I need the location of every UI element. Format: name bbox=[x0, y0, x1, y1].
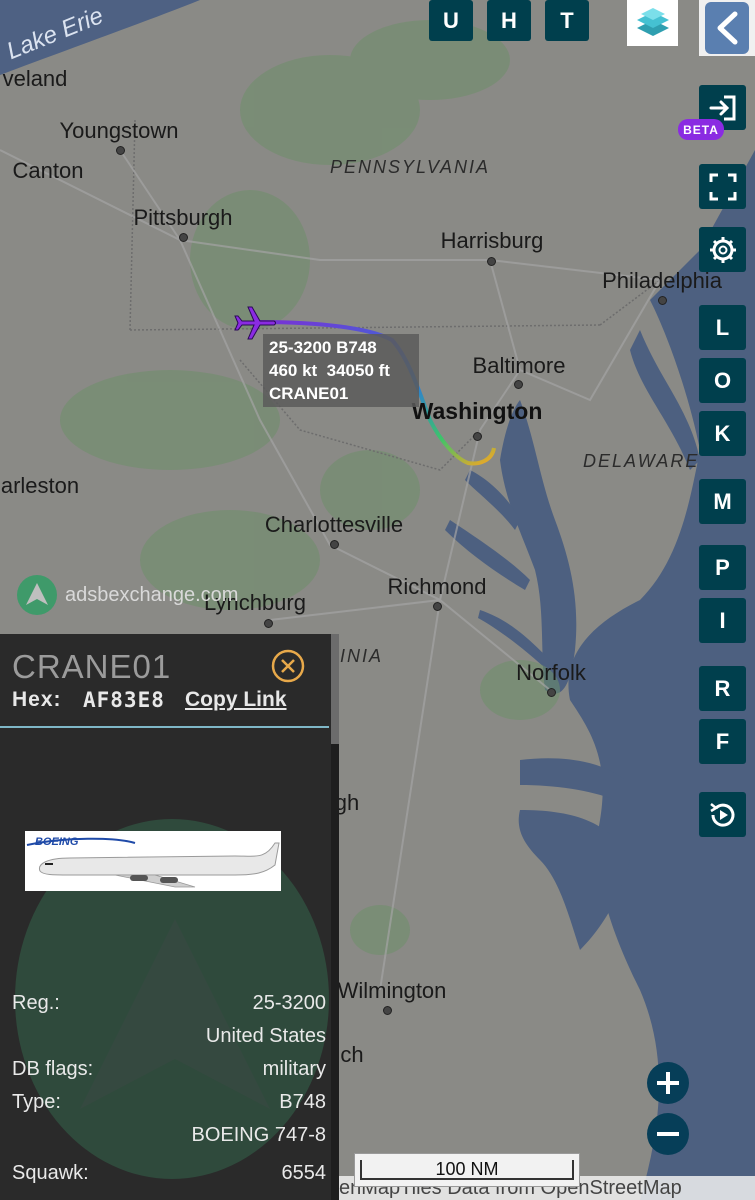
toggle-f-button[interactable]: F bbox=[699, 719, 746, 764]
city-partial: ch bbox=[340, 1042, 364, 1067]
toggle-p-button[interactable]: P bbox=[699, 545, 746, 590]
aircraft-photo: BOEING bbox=[25, 831, 281, 891]
gear-icon bbox=[709, 236, 736, 263]
hex-label: Hex: bbox=[12, 688, 62, 711]
toggle-k-button[interactable]: K bbox=[699, 411, 746, 456]
city-cleveland: veland bbox=[2, 66, 68, 91]
city-baltimore: Baltimore bbox=[472, 353, 566, 378]
fullscreen-button[interactable] bbox=[699, 164, 746, 209]
close-icon bbox=[271, 649, 305, 683]
city-dot bbox=[514, 380, 523, 389]
city-dot bbox=[116, 146, 125, 155]
city-dot bbox=[487, 257, 496, 266]
toggle-h-button[interactable]: H bbox=[487, 0, 531, 41]
layers-button[interactable] bbox=[627, 0, 678, 46]
reg-label: Reg.: bbox=[12, 992, 60, 1014]
state-label-delaware: DELAWARE bbox=[583, 451, 700, 471]
layers-icon bbox=[636, 8, 669, 36]
aircraft-label-line2: 460 kt 34050 ft bbox=[269, 361, 390, 380]
aircraft-label[interactable]: 25-3200 B748 460 kt 34050 ft CRANE01 bbox=[263, 334, 419, 407]
type-label: Type: bbox=[12, 1091, 61, 1113]
aircraft-label-line1: 25-3200 B748 bbox=[269, 338, 377, 357]
adsbexchange-logo-icon bbox=[17, 575, 57, 615]
settings-button[interactable] bbox=[699, 227, 746, 272]
city-dot bbox=[330, 540, 339, 549]
panel-divider bbox=[0, 726, 329, 728]
city-wilmington: Wilmington bbox=[337, 978, 447, 1003]
close-panel-button[interactable] bbox=[271, 649, 305, 683]
country-value: United States bbox=[205, 1025, 326, 1047]
toggle-l-button[interactable]: L bbox=[699, 305, 746, 350]
scale-label: 100 NM bbox=[435, 1159, 499, 1179]
chevron-left-icon bbox=[705, 2, 749, 54]
db-flags-label: DB flags: bbox=[12, 1058, 94, 1080]
squawk-label: Squawk: bbox=[12, 1162, 89, 1184]
db-flags-value: military bbox=[262, 1058, 326, 1080]
city-dot bbox=[264, 619, 273, 628]
watermark-text: adsbexchange.com bbox=[65, 583, 239, 606]
zoom-in-button[interactable] bbox=[647, 1062, 689, 1104]
city-harrisburg: Harrisburg bbox=[440, 228, 544, 253]
copy-link[interactable]: Copy Link bbox=[185, 688, 287, 712]
city-norfolk: Norfolk bbox=[516, 660, 586, 685]
city-youngstown: Youngstown bbox=[59, 118, 179, 143]
city-dot bbox=[547, 688, 556, 697]
aircraft-label-line3: CRANE01 bbox=[269, 384, 349, 403]
type-full-value: BOEING 747-8 bbox=[191, 1124, 326, 1146]
city-washington: Washington bbox=[411, 398, 543, 424]
city-dot bbox=[179, 233, 188, 242]
city-dot bbox=[433, 602, 442, 611]
squawk-value: 6554 bbox=[281, 1162, 327, 1184]
watermark: adsbexchange.com bbox=[17, 575, 238, 615]
replay-icon bbox=[709, 802, 734, 827]
panel-scrollbar[interactable] bbox=[331, 634, 339, 1200]
aircraft-info-panel: CRANE01 Hex: AF83E8 Copy Link BOEING Reg… bbox=[0, 634, 339, 1200]
zoom-out-button[interactable] bbox=[647, 1113, 689, 1155]
toggle-t-button[interactable]: T bbox=[545, 0, 589, 41]
state-label-pennsylvania: PENNSYLVANIA bbox=[330, 157, 491, 177]
minus-icon bbox=[657, 1132, 679, 1136]
toggle-m-button[interactable]: M bbox=[699, 479, 746, 524]
back-button[interactable] bbox=[699, 0, 755, 56]
city-dot bbox=[658, 296, 667, 305]
city-charlottesville: Charlottesville bbox=[264, 512, 404, 537]
replay-button[interactable] bbox=[699, 792, 746, 837]
fullscreen-icon bbox=[709, 173, 736, 200]
login-icon bbox=[709, 95, 735, 120]
toggle-o-button[interactable]: O bbox=[699, 358, 746, 403]
city-pittsburgh: Pittsburgh bbox=[133, 205, 233, 230]
city-charleston: arleston bbox=[0, 473, 80, 498]
city-dot bbox=[383, 1006, 392, 1015]
toggle-r-button[interactable]: R bbox=[699, 666, 746, 711]
beta-badge: BETA bbox=[678, 119, 724, 140]
city-richmond: Richmond bbox=[387, 574, 487, 599]
scale-bar: 100 NM bbox=[354, 1153, 580, 1187]
panel-callsign: CRANE01 bbox=[12, 648, 172, 685]
toggle-i-button[interactable]: I bbox=[699, 598, 746, 643]
city-canton: Canton bbox=[12, 158, 84, 183]
reg-value: 25-3200 bbox=[252, 992, 326, 1014]
plus-icon bbox=[657, 1072, 679, 1094]
toggle-u-button[interactable]: U bbox=[429, 0, 473, 41]
state-label-virginia: INIA bbox=[340, 646, 384, 666]
type-value: B748 bbox=[279, 1091, 326, 1113]
hex-value: AF83E8 bbox=[83, 688, 165, 712]
city-dot bbox=[473, 432, 482, 441]
